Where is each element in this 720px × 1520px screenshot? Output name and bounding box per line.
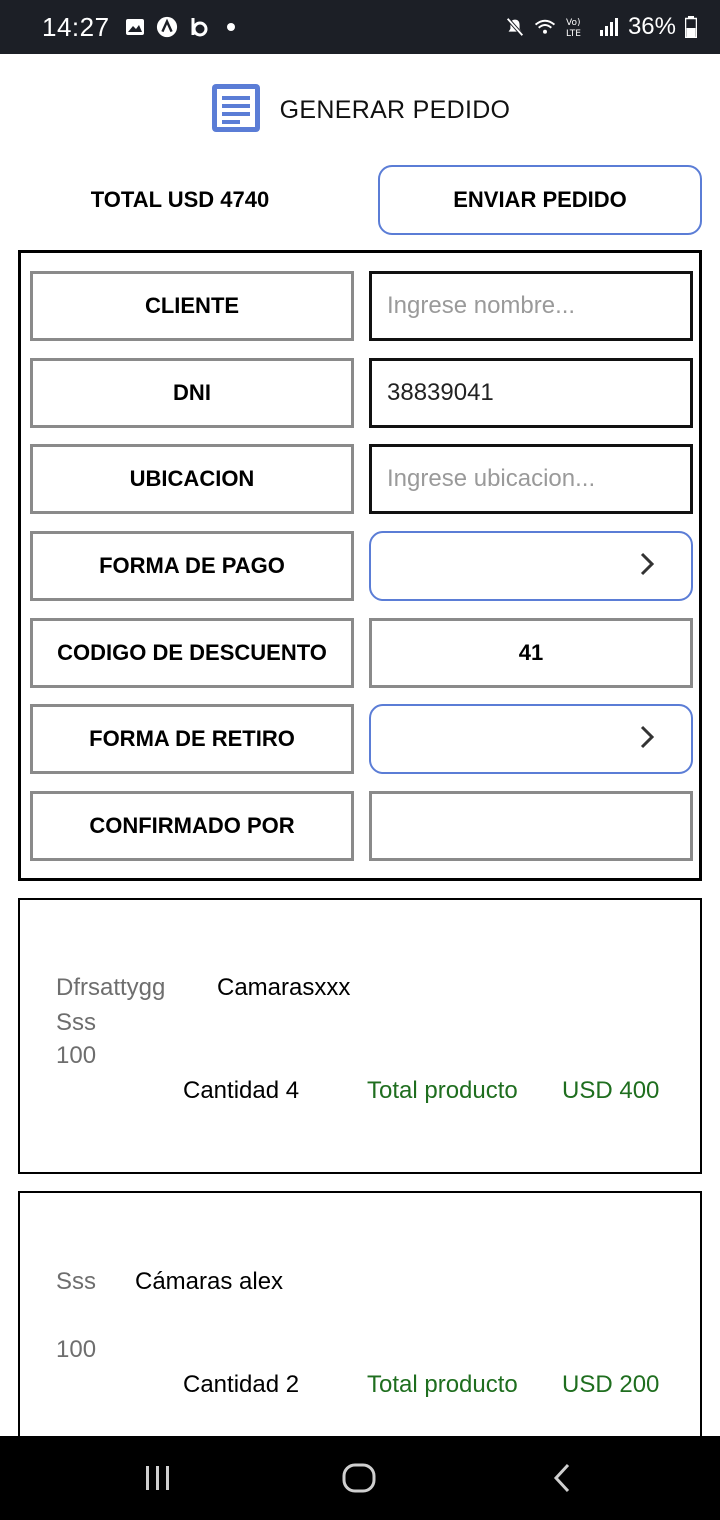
product-code: Dfrsattygg <box>56 974 166 1001</box>
forma-pago-label: FORMA DE PAGO <box>30 531 354 601</box>
b-icon <box>188 16 210 38</box>
product-total-label: Total producto <box>367 1077 518 1104</box>
volte-icon: Vo) LTE <box>564 16 590 39</box>
product-quantity: Cantidad 2 <box>183 1371 300 1398</box>
cliente-input[interactable]: Ingrese nombre... <box>369 271 693 341</box>
forma-pago-select[interactable] <box>369 531 693 601</box>
home-icon[interactable] <box>337 1458 381 1498</box>
form-row-codigo-descuento: CODIGO DE DESCUENTO 41 <box>30 618 693 688</box>
image-icon <box>124 16 146 38</box>
product-description: Sss <box>56 1009 97 1036</box>
product-code: Sss <box>56 1268 97 1295</box>
status-left-icons <box>124 16 242 38</box>
status-right-icons: Vo) LTE 36% <box>504 13 698 41</box>
form-row-ubicacion: UBICACION Ingrese ubicacion... <box>30 444 693 514</box>
chevron-right-icon <box>639 551 655 582</box>
product-unit-price: 100 <box>56 1336 97 1363</box>
status-bar: 14:27 Vo) LTE 36% <box>0 0 720 54</box>
dot-icon <box>220 16 242 38</box>
dni-input[interactable]: 38839041 <box>369 358 693 428</box>
chevron-right-icon <box>639 724 655 755</box>
cliente-label: CLIENTE <box>30 271 354 341</box>
product-unit-price: 100 <box>56 1042 97 1069</box>
recents-icon[interactable] <box>136 1458 180 1498</box>
product-total-value: USD 200 <box>562 1371 660 1398</box>
svg-text:Vo): Vo) <box>566 18 580 28</box>
ubicacion-input[interactable]: Ingrese ubicacion... <box>369 444 693 514</box>
form-row-confirmado-por: CONFIRMADO POR <box>30 791 693 861</box>
order-total: TOTAL USD 4740 <box>90 187 270 212</box>
form-row-forma-retiro: FORMA DE RETIRO <box>30 704 693 774</box>
signal-icon <box>598 16 620 38</box>
codigo-descuento-value[interactable]: 41 <box>369 618 693 688</box>
summary-row: TOTAL USD 4740 ENVIAR PEDIDO <box>18 165 702 235</box>
confirmado-por-field[interactable] <box>369 791 693 861</box>
product-name: Camarasxxx <box>217 974 351 1001</box>
status-time: 14:27 <box>42 11 110 42</box>
forma-retiro-label: FORMA DE RETIRO <box>30 704 354 774</box>
forma-retiro-select[interactable] <box>369 704 693 774</box>
product-name: Cámaras alex <box>135 1268 284 1295</box>
product-card[interactable]: Dfrsattygg Camarasxxx Sss 100 Cantidad 4… <box>18 898 702 1174</box>
mute-icon <box>504 16 526 38</box>
confirmado-por-label: CONFIRMADO POR <box>30 791 354 861</box>
wifi-icon <box>534 16 556 38</box>
product-total-value: USD 400 <box>562 1077 660 1104</box>
product-total-label: Total producto <box>367 1371 518 1398</box>
codigo-descuento-label: CODIGO DE DESCUENTO <box>30 618 354 688</box>
form-row-cliente: CLIENTE Ingrese nombre... <box>30 271 693 341</box>
order-form: CLIENTE Ingrese nombre... DNI 38839041 U… <box>18 250 702 881</box>
ubicacion-label: UBICACION <box>30 444 354 514</box>
dni-label: DNI <box>30 358 354 428</box>
app-header: GENERAR PEDIDO <box>0 82 720 138</box>
a-circle-icon <box>156 16 178 38</box>
document-icon <box>210 82 262 139</box>
product-quantity: Cantidad 4 <box>183 1077 300 1104</box>
form-row-forma-pago: FORMA DE PAGO <box>30 531 693 601</box>
page-title: GENERAR PEDIDO <box>279 95 511 124</box>
svg-text:LTE: LTE <box>566 29 581 39</box>
battery-percent: 36% <box>627 13 676 40</box>
send-order-button[interactable]: ENVIAR PEDIDO <box>378 165 702 235</box>
form-row-dni: DNI 38839041 <box>30 358 693 428</box>
system-nav-bar <box>0 1436 720 1520</box>
back-icon[interactable] <box>540 1458 584 1498</box>
battery-icon <box>684 16 698 38</box>
